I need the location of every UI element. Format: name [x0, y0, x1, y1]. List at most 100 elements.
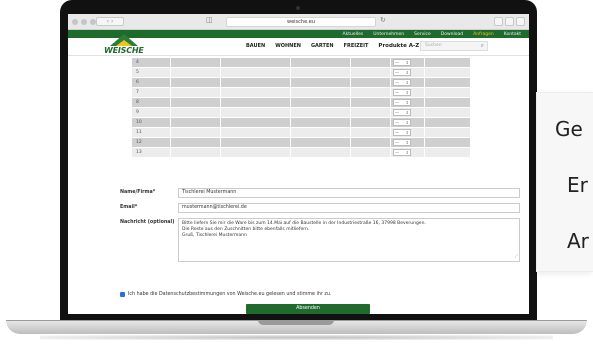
search-icon[interactable]: ⌕	[481, 42, 484, 50]
table-row: 9— ⇕	[132, 108, 470, 118]
quantity-value: —	[395, 150, 399, 155]
chevron-down-icon: ⇕	[405, 90, 409, 95]
table-cell	[220, 128, 290, 137]
main-nav-item[interactable]: FREIZEIT	[344, 43, 369, 49]
row-number: 6	[136, 80, 139, 85]
quantity-select[interactable]: — ⇕	[393, 139, 411, 146]
quantity-cell: — ⇕	[390, 58, 424, 67]
tabs-icon[interactable]	[505, 17, 514, 26]
quantity-cell: — ⇕	[390, 88, 424, 97]
laptop-notch	[258, 320, 334, 325]
chevron-down-icon: ⇕	[405, 110, 409, 115]
table-cell	[170, 108, 220, 117]
site-header: WEISCHE BAUEN WOHNEN GARTEN FREIZEIT Produkt…	[68, 34, 529, 56]
table-cell	[290, 78, 350, 87]
table-cell	[170, 98, 220, 107]
message-textarea[interactable]: Bitte liefern Sie mir die Ware bis zum 1…	[178, 218, 520, 262]
topbar-link[interactable]: Unternehmen	[373, 32, 404, 37]
logo-text: WEISCHE	[104, 46, 144, 55]
main-nav: BAUEN WOHNEN GARTEN FREIZEIT Produkte A-Z	[246, 43, 419, 49]
consent-text: Ich habe die Datenschutzbestimmungen von…	[128, 292, 332, 297]
table-cell	[290, 128, 350, 137]
quantity-select[interactable]: — ⇕	[393, 59, 411, 66]
table-cell	[290, 58, 350, 67]
quantity-value: —	[395, 110, 399, 115]
submit-button[interactable]: Absenden	[246, 304, 370, 314]
share-icon[interactable]	[494, 17, 503, 26]
table-row: 8— ⇕	[132, 98, 470, 108]
back-forward-buttons[interactable]: ‹ ›	[96, 17, 124, 26]
table-cell	[290, 148, 350, 157]
table-row: 12— ⇕	[132, 138, 470, 148]
quantity-value: —	[395, 100, 399, 105]
topbar-link[interactable]: Service	[414, 32, 431, 37]
name-field[interactable]: Tischlerei Mustermann	[178, 188, 520, 198]
topbar-link[interactable]: Download	[441, 32, 463, 37]
camera	[296, 6, 300, 10]
quantity-cell: — ⇕	[390, 138, 424, 147]
quantity-select[interactable]: — ⇕	[393, 69, 411, 76]
table-cell	[350, 88, 390, 97]
table-cell	[350, 98, 390, 107]
quantity-select[interactable]: — ⇕	[393, 109, 411, 116]
address-bar[interactable]: weische.eu	[226, 17, 376, 27]
card-line-2: Er	[567, 173, 588, 197]
table-cell	[220, 108, 290, 117]
consent-checkbox[interactable]	[120, 292, 125, 297]
chevron-down-icon: ⇕	[405, 80, 409, 85]
message-label: Nachricht (optional)	[120, 220, 175, 225]
chevron-down-icon: ⇕	[405, 100, 409, 105]
quantity-value: —	[395, 70, 399, 75]
main-nav-item[interactable]: BAUEN	[246, 43, 265, 49]
table-cell	[220, 148, 290, 157]
add-tab-icon[interactable]	[516, 17, 525, 26]
search-input[interactable]: Suchen ⌕	[420, 41, 488, 51]
consent-row: Ich habe die Datenschutzbestimmungen von…	[120, 292, 331, 297]
table-row: 4 — ⇕	[132, 58, 470, 68]
topbar-link[interactable]: Aktuelles	[343, 32, 364, 37]
toolbar-icons	[494, 17, 525, 26]
quantity-select[interactable]: — ⇕	[393, 79, 411, 86]
table-cell	[424, 78, 470, 87]
name-label: Name/Firma*	[120, 190, 156, 195]
quantity-cell: — ⇕	[390, 108, 424, 117]
email-field[interactable]: mustermann@tischlerei.de	[178, 203, 520, 213]
reload-icon[interactable]: ↻	[380, 16, 386, 24]
topbar-link[interactable]: Anfragen	[473, 32, 494, 37]
minimize-dot[interactable]	[81, 19, 87, 25]
close-dot[interactable]	[72, 19, 78, 25]
table-cell	[170, 128, 220, 137]
quantity-select[interactable]: — ⇕	[393, 129, 411, 136]
main-nav-item[interactable]: WOHNEN	[275, 43, 301, 49]
table-row: 10— ⇕	[132, 118, 470, 128]
chevron-down-icon: ⇕	[405, 130, 409, 135]
resize-grip-icon[interactable]: ⟋	[514, 254, 518, 260]
table-cell	[424, 108, 470, 117]
main-nav-item[interactable]: Produkte A-Z	[378, 43, 419, 49]
text-card: Ge Er Ar	[536, 92, 593, 272]
table-cell	[424, 68, 470, 77]
row-number: 7	[136, 90, 139, 95]
main-nav-item[interactable]: GARTEN	[311, 43, 334, 49]
message-line: Gruß, Tischlerei Mustermann	[182, 233, 247, 238]
order-table: 4— ⇕ 5— ⇕ 6— ⇕ 7— ⇕ 8— ⇕ 9— ⇕ 10— ⇕ 11— ⇕ 12— ⇕ 13— ⇕	[132, 58, 470, 158]
table-cell	[424, 58, 470, 67]
quantity-select[interactable]: — ⇕	[393, 149, 411, 156]
quantity-cell: — ⇕	[390, 98, 424, 107]
quantity-select[interactable]: — ⇕	[393, 89, 411, 96]
table-row: 5— ⇕	[132, 68, 470, 78]
table-cell	[290, 68, 350, 77]
topbar-link[interactable]: Kontakt	[504, 32, 521, 37]
chevron-down-icon: ⇕	[405, 60, 409, 65]
weische-logo[interactable]: WEISCHE	[104, 32, 144, 56]
table-cell	[350, 138, 390, 147]
card-line-1: Ge	[555, 117, 583, 141]
quantity-select[interactable]: — ⇕	[393, 99, 411, 106]
quantity-select[interactable]: — ⇕	[393, 119, 411, 126]
table-cell	[220, 138, 290, 147]
row-number: 4	[136, 60, 139, 65]
row-number: 13	[136, 150, 142, 155]
quantity-value: —	[395, 120, 399, 125]
table-cell	[220, 78, 290, 87]
chevron-down-icon: ⇕	[405, 70, 409, 75]
